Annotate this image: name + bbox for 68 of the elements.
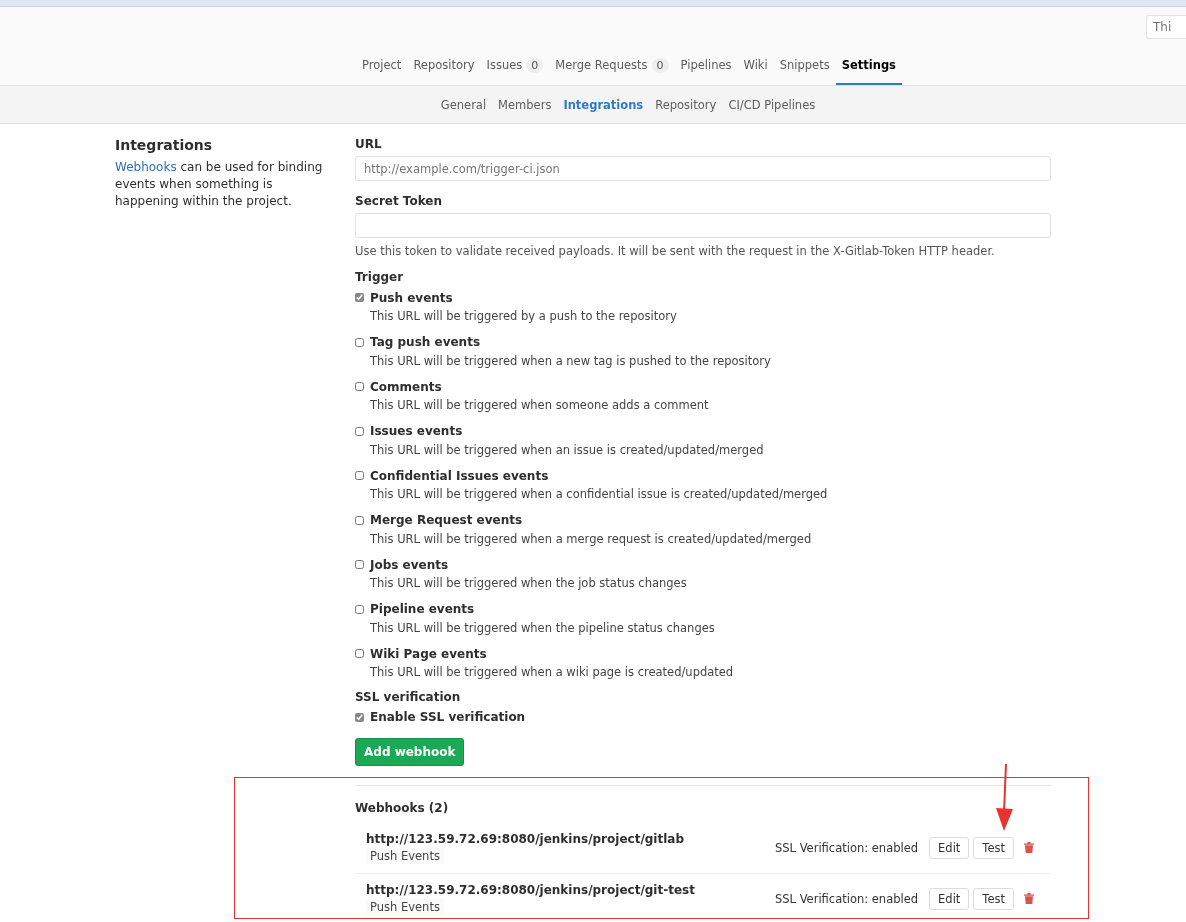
checkbox[interactable] xyxy=(355,560,364,569)
checkbox-label: Jobs events xyxy=(370,557,449,572)
trash-icon[interactable] xyxy=(1024,842,1034,853)
event-tag: Push Events xyxy=(366,898,444,915)
nav-tab[interactable]: Wiki xyxy=(737,47,774,85)
count-badge: 0 xyxy=(651,57,669,73)
edit-button[interactable]: Edit xyxy=(929,887,970,910)
webhook-url: http://123.59.72.69:8080/jenkins/project/git-test xyxy=(366,882,696,897)
checkbox-label: Confidential Issues events xyxy=(370,468,549,483)
search-field[interactable]: Thi xyxy=(1146,15,1186,39)
count-badge: 0 xyxy=(526,57,544,73)
help-text: This URL will be triggered when an issue is created/updated/merged xyxy=(369,442,765,457)
checkbox-label: Comments xyxy=(370,379,442,394)
checkbox-label: Enable SSL verification xyxy=(370,710,526,724)
webhooks-title: Webhooks (2) xyxy=(355,800,450,815)
checkbox-label: Wiki Page events xyxy=(370,646,487,661)
nav-tab[interactable]: Snippets xyxy=(773,47,836,85)
checkbox-label: Pipeline events xyxy=(370,602,475,616)
help-text: This URL will be triggered when the pipeline status changes xyxy=(369,620,716,635)
checkbox-label: Issues events xyxy=(370,424,463,438)
ssl-status: SSL Verification: enabled xyxy=(774,891,919,906)
checkbox[interactable] xyxy=(355,712,364,722)
field-label: Secret Token xyxy=(355,194,444,208)
checkbox[interactable] xyxy=(355,382,364,391)
test-button[interactable]: Test xyxy=(973,887,1014,910)
checkbox[interactable] xyxy=(355,515,364,525)
sub-nav-tab[interactable]: Members xyxy=(492,97,558,112)
webhooks-link[interactable]: Webhooks xyxy=(115,160,177,174)
test-button[interactable]: Test xyxy=(973,836,1014,859)
edit-button[interactable]: Edit xyxy=(929,836,970,859)
field-label: SSL verification xyxy=(355,689,462,704)
checkbox[interactable] xyxy=(355,649,364,658)
nav-tab[interactable]: Pipelines xyxy=(674,47,738,85)
sub-nav-tab[interactable]: Integrations xyxy=(557,97,650,112)
secret-token-field[interactable] xyxy=(355,213,1051,238)
checkbox-label: Tag push events xyxy=(370,335,481,349)
checkbox-label: Merge Request events xyxy=(370,513,523,527)
help-text: This URL will be triggered when a merge request is created/updated/merged xyxy=(369,531,813,546)
checkbox[interactable] xyxy=(355,337,364,347)
nav-tab[interactable]: Merge Requests 0 xyxy=(549,47,675,85)
ssl-status: SSL Verification: enabled xyxy=(774,840,919,855)
nav-tab[interactable]: Issues 0 xyxy=(480,47,550,85)
checkbox[interactable] xyxy=(355,604,364,614)
help-text: Use this token to validate received payloads. It will be sent with the request in the X-Gitlab-Token HTTP header. xyxy=(355,244,996,258)
section-title: Integrations xyxy=(115,137,214,153)
field-label: URL xyxy=(355,137,383,151)
checkbox[interactable] xyxy=(355,293,364,302)
sub-nav-tab[interactable]: Repository xyxy=(649,97,723,112)
url-field[interactable]: http://example.com/trigger-ci.json xyxy=(355,156,1051,181)
annotation-arrow xyxy=(995,764,1015,832)
checkbox[interactable] xyxy=(355,426,364,436)
help-text: This URL will be triggered when a wiki page is created/updated xyxy=(369,665,735,679)
help-text: This URL will be triggered when the job status changes xyxy=(369,576,688,590)
sub-nav-tab[interactable]: CI/CD Pipelines xyxy=(722,97,822,112)
help-text: This URL will be triggered by a push to the repository xyxy=(369,309,678,323)
event-tag: Push Events xyxy=(366,847,444,864)
checkbox-label: Push events xyxy=(370,290,453,305)
help-text: This URL will be triggered when a new tag is pushed to the repository xyxy=(369,353,772,368)
nav-tab[interactable]: Repository xyxy=(407,47,481,85)
help-text: This URL will be triggered when someone adds a comment xyxy=(369,398,710,412)
trash-icon[interactable] xyxy=(1024,893,1034,904)
checkbox[interactable] xyxy=(355,471,364,480)
sub-nav-tab[interactable]: General xyxy=(434,97,493,112)
field-label: Trigger xyxy=(355,270,405,284)
webhook-url: http://123.59.72.69:8080/jenkins/project/gitlab xyxy=(366,831,685,846)
section-description: Webhooks can be used for binding events when something is happening within the project. xyxy=(115,159,324,210)
help-text: This URL will be triggered when a confidential issue is created/updated/merged xyxy=(369,487,829,501)
nav-tab[interactable]: Project xyxy=(356,47,408,85)
